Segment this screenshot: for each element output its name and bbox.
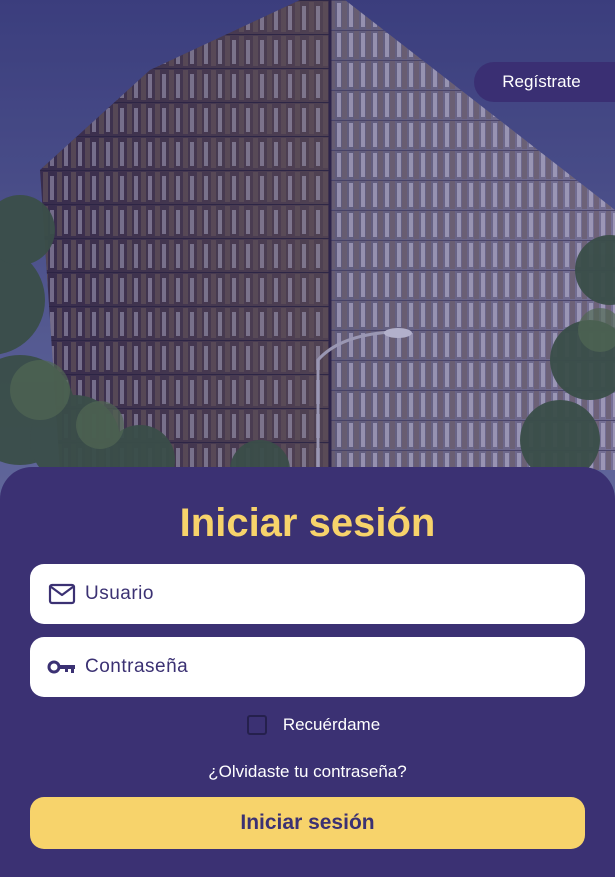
password-input[interactable] <box>85 637 585 697</box>
login-submit-button[interactable]: Iniciar sesión <box>30 797 585 849</box>
login-screen: Regístrate Iniciar sesión Usuario Recuér… <box>0 0 615 877</box>
username-input[interactable] <box>85 564 585 624</box>
username-field[interactable] <box>30 564 585 624</box>
login-title: Iniciar sesión <box>179 501 436 545</box>
register-button[interactable]: Regístrate <box>474 62 615 102</box>
remember-me-label[interactable]: Recuérdame <box>283 715 380 735</box>
background-photo: Regístrate <box>0 0 615 500</box>
mail-icon <box>34 583 90 605</box>
login-panel: Iniciar sesión Usuario Recuérdame ¿Olvid… <box>0 467 615 877</box>
forgot-password-link[interactable]: ¿Olvidaste tu contraseña? <box>0 762 615 782</box>
remember-me-row: Recuérdame <box>0 715 615 735</box>
key-icon <box>34 659 90 675</box>
password-field[interactable] <box>30 637 585 697</box>
remember-me-checkbox[interactable] <box>246 715 267 735</box>
